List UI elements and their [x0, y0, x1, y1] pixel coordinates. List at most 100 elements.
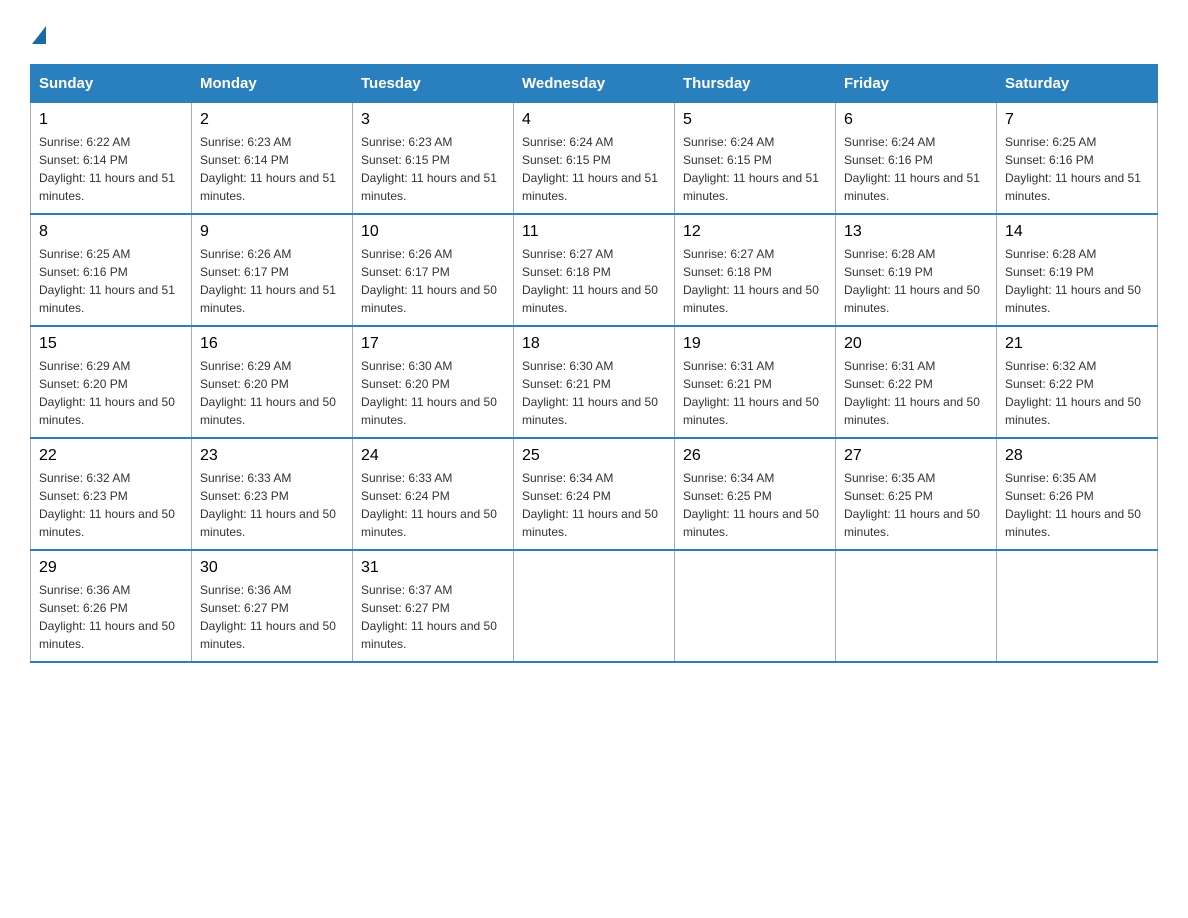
- calendar-cell: 11 Sunrise: 6:27 AMSunset: 6:18 PMDaylig…: [514, 214, 675, 326]
- day-detail: Sunrise: 6:30 AMSunset: 6:21 PMDaylight:…: [522, 357, 666, 429]
- day-number: 15: [39, 335, 183, 353]
- calendar-cell: 31 Sunrise: 6:37 AMSunset: 6:27 PMDaylig…: [353, 550, 514, 662]
- day-number: 30: [200, 559, 344, 577]
- calendar-cell: 8 Sunrise: 6:25 AMSunset: 6:16 PMDayligh…: [31, 214, 192, 326]
- calendar-cell: 24 Sunrise: 6:33 AMSunset: 6:24 PMDaylig…: [353, 438, 514, 550]
- day-number: 18: [522, 335, 666, 353]
- calendar-cell: [675, 550, 836, 662]
- logo-triangle-icon: [32, 26, 46, 44]
- col-header-saturday: Saturday: [997, 65, 1158, 103]
- col-header-wednesday: Wednesday: [514, 65, 675, 103]
- calendar-cell: [836, 550, 997, 662]
- col-header-tuesday: Tuesday: [353, 65, 514, 103]
- day-number: 28: [1005, 447, 1149, 465]
- week-row-5: 29 Sunrise: 6:36 AMSunset: 6:26 PMDaylig…: [31, 550, 1158, 662]
- week-row-4: 22 Sunrise: 6:32 AMSunset: 6:23 PMDaylig…: [31, 438, 1158, 550]
- day-number: 16: [200, 335, 344, 353]
- day-detail: Sunrise: 6:24 AMSunset: 6:15 PMDaylight:…: [522, 133, 666, 205]
- day-detail: Sunrise: 6:23 AMSunset: 6:14 PMDaylight:…: [200, 133, 344, 205]
- calendar-cell: 13 Sunrise: 6:28 AMSunset: 6:19 PMDaylig…: [836, 214, 997, 326]
- day-detail: Sunrise: 6:31 AMSunset: 6:22 PMDaylight:…: [844, 357, 988, 429]
- day-detail: Sunrise: 6:32 AMSunset: 6:23 PMDaylight:…: [39, 469, 183, 541]
- calendar-cell: [514, 550, 675, 662]
- week-row-2: 8 Sunrise: 6:25 AMSunset: 6:16 PMDayligh…: [31, 214, 1158, 326]
- day-detail: Sunrise: 6:25 AMSunset: 6:16 PMDaylight:…: [39, 245, 183, 317]
- col-header-thursday: Thursday: [675, 65, 836, 103]
- day-number: 12: [683, 223, 827, 241]
- col-header-sunday: Sunday: [31, 65, 192, 103]
- calendar-cell: 17 Sunrise: 6:30 AMSunset: 6:20 PMDaylig…: [353, 326, 514, 438]
- calendar-cell: 6 Sunrise: 6:24 AMSunset: 6:16 PMDayligh…: [836, 103, 997, 215]
- day-number: 2: [200, 111, 344, 129]
- calendar-cell: 16 Sunrise: 6:29 AMSunset: 6:20 PMDaylig…: [192, 326, 353, 438]
- day-detail: Sunrise: 6:36 AMSunset: 6:26 PMDaylight:…: [39, 581, 183, 653]
- calendar-cell: 9 Sunrise: 6:26 AMSunset: 6:17 PMDayligh…: [192, 214, 353, 326]
- day-detail: Sunrise: 6:34 AMSunset: 6:25 PMDaylight:…: [683, 469, 827, 541]
- day-number: 19: [683, 335, 827, 353]
- day-detail: Sunrise: 6:34 AMSunset: 6:24 PMDaylight:…: [522, 469, 666, 541]
- calendar-cell: 3 Sunrise: 6:23 AMSunset: 6:15 PMDayligh…: [353, 103, 514, 215]
- calendar-cell: 2 Sunrise: 6:23 AMSunset: 6:14 PMDayligh…: [192, 103, 353, 215]
- calendar-cell: 29 Sunrise: 6:36 AMSunset: 6:26 PMDaylig…: [31, 550, 192, 662]
- day-detail: Sunrise: 6:26 AMSunset: 6:17 PMDaylight:…: [361, 245, 505, 317]
- day-detail: Sunrise: 6:27 AMSunset: 6:18 PMDaylight:…: [683, 245, 827, 317]
- day-detail: Sunrise: 6:37 AMSunset: 6:27 PMDaylight:…: [361, 581, 505, 653]
- day-number: 5: [683, 111, 827, 129]
- calendar-cell: 14 Sunrise: 6:28 AMSunset: 6:19 PMDaylig…: [997, 214, 1158, 326]
- day-number: 25: [522, 447, 666, 465]
- day-detail: Sunrise: 6:36 AMSunset: 6:27 PMDaylight:…: [200, 581, 344, 653]
- header-row: SundayMondayTuesdayWednesdayThursdayFrid…: [31, 65, 1158, 103]
- calendar-cell: 28 Sunrise: 6:35 AMSunset: 6:26 PMDaylig…: [997, 438, 1158, 550]
- calendar-cell: 20 Sunrise: 6:31 AMSunset: 6:22 PMDaylig…: [836, 326, 997, 438]
- day-number: 14: [1005, 223, 1149, 241]
- calendar-cell: 5 Sunrise: 6:24 AMSunset: 6:15 PMDayligh…: [675, 103, 836, 215]
- calendar-cell: 15 Sunrise: 6:29 AMSunset: 6:20 PMDaylig…: [31, 326, 192, 438]
- day-number: 31: [361, 559, 505, 577]
- day-detail: Sunrise: 6:33 AMSunset: 6:24 PMDaylight:…: [361, 469, 505, 541]
- week-row-1: 1 Sunrise: 6:22 AMSunset: 6:14 PMDayligh…: [31, 103, 1158, 215]
- day-number: 11: [522, 223, 666, 241]
- day-detail: Sunrise: 6:28 AMSunset: 6:19 PMDaylight:…: [844, 245, 988, 317]
- calendar-cell: 21 Sunrise: 6:32 AMSunset: 6:22 PMDaylig…: [997, 326, 1158, 438]
- calendar-cell: 1 Sunrise: 6:22 AMSunset: 6:14 PMDayligh…: [31, 103, 192, 215]
- day-number: 9: [200, 223, 344, 241]
- day-detail: Sunrise: 6:35 AMSunset: 6:25 PMDaylight:…: [844, 469, 988, 541]
- calendar-cell: 18 Sunrise: 6:30 AMSunset: 6:21 PMDaylig…: [514, 326, 675, 438]
- day-detail: Sunrise: 6:29 AMSunset: 6:20 PMDaylight:…: [39, 357, 183, 429]
- day-number: 26: [683, 447, 827, 465]
- col-header-monday: Monday: [192, 65, 353, 103]
- day-detail: Sunrise: 6:35 AMSunset: 6:26 PMDaylight:…: [1005, 469, 1149, 541]
- day-detail: Sunrise: 6:32 AMSunset: 6:22 PMDaylight:…: [1005, 357, 1149, 429]
- day-detail: Sunrise: 6:25 AMSunset: 6:16 PMDaylight:…: [1005, 133, 1149, 205]
- calendar-cell: 12 Sunrise: 6:27 AMSunset: 6:18 PMDaylig…: [675, 214, 836, 326]
- col-header-friday: Friday: [836, 65, 997, 103]
- day-number: 3: [361, 111, 505, 129]
- day-detail: Sunrise: 6:26 AMSunset: 6:17 PMDaylight:…: [200, 245, 344, 317]
- day-detail: Sunrise: 6:29 AMSunset: 6:20 PMDaylight:…: [200, 357, 344, 429]
- calendar-cell: 22 Sunrise: 6:32 AMSunset: 6:23 PMDaylig…: [31, 438, 192, 550]
- calendar-cell: 30 Sunrise: 6:36 AMSunset: 6:27 PMDaylig…: [192, 550, 353, 662]
- calendar-cell: 7 Sunrise: 6:25 AMSunset: 6:16 PMDayligh…: [997, 103, 1158, 215]
- calendar-cell: [997, 550, 1158, 662]
- day-number: 6: [844, 111, 988, 129]
- calendar-cell: 4 Sunrise: 6:24 AMSunset: 6:15 PMDayligh…: [514, 103, 675, 215]
- day-number: 27: [844, 447, 988, 465]
- day-detail: Sunrise: 6:22 AMSunset: 6:14 PMDaylight:…: [39, 133, 183, 205]
- day-number: 17: [361, 335, 505, 353]
- day-number: 13: [844, 223, 988, 241]
- day-number: 10: [361, 223, 505, 241]
- calendar-cell: 10 Sunrise: 6:26 AMSunset: 6:17 PMDaylig…: [353, 214, 514, 326]
- day-number: 29: [39, 559, 183, 577]
- day-detail: Sunrise: 6:31 AMSunset: 6:21 PMDaylight:…: [683, 357, 827, 429]
- day-number: 4: [522, 111, 666, 129]
- calendar-cell: 23 Sunrise: 6:33 AMSunset: 6:23 PMDaylig…: [192, 438, 353, 550]
- day-number: 1: [39, 111, 183, 129]
- day-detail: Sunrise: 6:28 AMSunset: 6:19 PMDaylight:…: [1005, 245, 1149, 317]
- day-number: 7: [1005, 111, 1149, 129]
- logo: [30, 30, 46, 44]
- calendar-cell: 19 Sunrise: 6:31 AMSunset: 6:21 PMDaylig…: [675, 326, 836, 438]
- calendar-cell: 26 Sunrise: 6:34 AMSunset: 6:25 PMDaylig…: [675, 438, 836, 550]
- calendar-table: SundayMondayTuesdayWednesdayThursdayFrid…: [30, 64, 1158, 663]
- day-detail: Sunrise: 6:24 AMSunset: 6:16 PMDaylight:…: [844, 133, 988, 205]
- week-row-3: 15 Sunrise: 6:29 AMSunset: 6:20 PMDaylig…: [31, 326, 1158, 438]
